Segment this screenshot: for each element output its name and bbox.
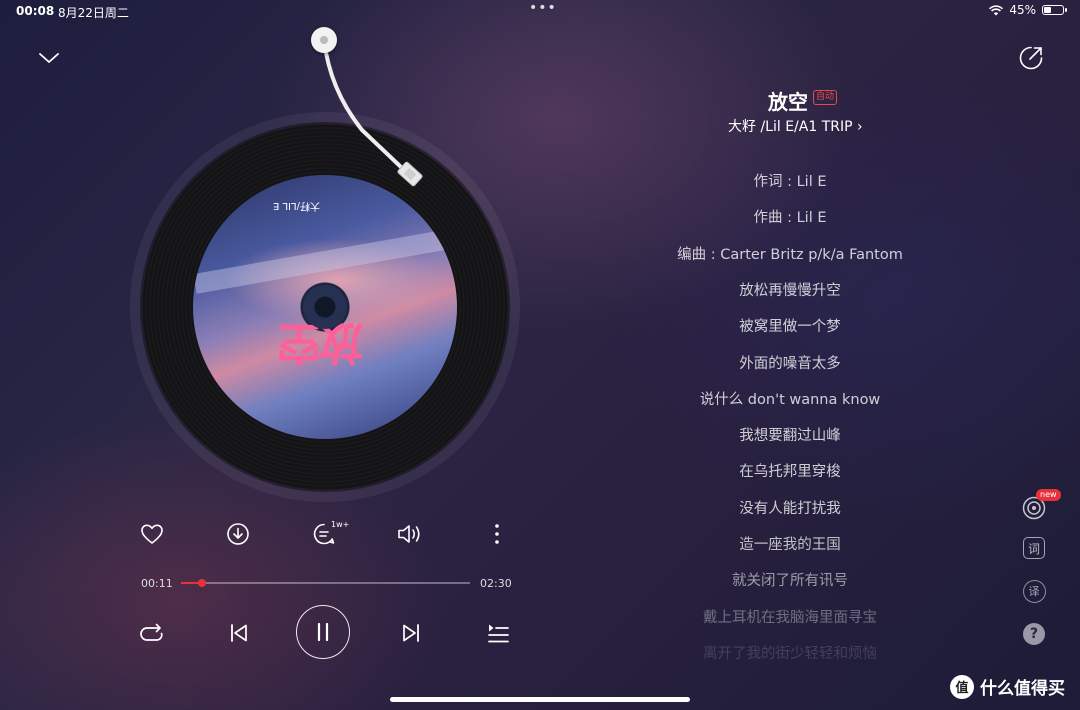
next-button[interactable]: [396, 618, 426, 648]
watermark-text: 什么值得买: [980, 679, 1065, 699]
play-pause-button[interactable]: [296, 605, 350, 659]
status-right: 45%: [989, 3, 1067, 17]
lyric-mode-button[interactable]: 词: [1018, 532, 1050, 564]
lyric-line[interactable]: 说什么 don't wanna know: [640, 388, 940, 409]
translate-label: 译: [1028, 585, 1040, 598]
lyric-line[interactable]: 离开了我的街少轻轻和烦恼: [640, 642, 940, 663]
lyric-line[interactable]: 作词 : Lil E: [640, 170, 940, 191]
lyric-line[interactable]: 造一座我的王国: [640, 533, 940, 554]
artist-text: 大籽 /Lil E/A1 TRIP: [728, 119, 853, 135]
battery-percent: 45%: [1009, 3, 1036, 17]
sound-effect-icon: [398, 525, 420, 543]
battery-fill: [1044, 7, 1051, 13]
chevron-right-icon: ›: [857, 119, 863, 135]
status-date: 8月22日周二: [58, 6, 129, 20]
action-row: 1w+: [130, 515, 510, 553]
download-button[interactable]: [216, 515, 260, 553]
wifi-icon: [989, 4, 1004, 15]
lyric-mode-label: 词: [1027, 541, 1040, 556]
more-button[interactable]: [475, 515, 519, 553]
lyric-mode-icon: 词: [1023, 537, 1045, 559]
comment-count: 1w+: [331, 520, 350, 529]
tonearm-pivot: [311, 27, 337, 53]
pause-icon: [317, 622, 329, 642]
repeat-button[interactable]: [136, 618, 168, 648]
total-time: 02:30: [480, 577, 512, 590]
chevron-down-icon: [39, 53, 59, 63]
lyric-line[interactable]: 没有人能打扰我: [640, 497, 940, 518]
help-label: ?: [1029, 626, 1039, 642]
previous-button[interactable]: [224, 618, 254, 648]
comment-button[interactable]: 1w+: [302, 515, 350, 553]
lyric-line[interactable]: 作曲 : Lil E: [640, 206, 940, 227]
home-indicator[interactable]: [390, 697, 690, 702]
quality-badge[interactable]: 自动: [813, 90, 838, 105]
lyric-line[interactable]: 在乌托邦里穿梭: [640, 460, 940, 481]
lyric-line[interactable]: 外面的噪音太多: [640, 352, 940, 373]
lyric-line[interactable]: 放松再慢慢升空: [640, 279, 940, 300]
like-button[interactable]: [130, 515, 174, 553]
lyric-line[interactable]: 被窝里做一个梦: [640, 315, 940, 336]
more-icon: [495, 524, 499, 544]
share-button[interactable]: [1016, 43, 1046, 73]
lyric-line[interactable]: 戴上耳机在我脑海里面寻宝: [640, 606, 940, 627]
next-icon: [403, 624, 419, 642]
sound-effect-button[interactable]: [388, 515, 432, 553]
lyric-line[interactable]: 编曲 : Carter Britz p/k/a Fantom: [640, 243, 940, 264]
cover-small-text: 大籽/LIL E: [273, 200, 320, 211]
download-icon: [227, 523, 249, 545]
progress-knob[interactable]: [198, 579, 207, 587]
translate-icon: 译: [1022, 579, 1046, 603]
transport-controls: [130, 604, 520, 664]
watermark: 值 什么值得买: [950, 674, 1065, 699]
heart-icon: [141, 524, 163, 544]
previous-icon: [231, 624, 247, 642]
watermark-logo: 值: [950, 674, 974, 699]
share-icon: [1019, 46, 1043, 70]
album-cover: 大籽/LIL E 放空: [193, 175, 457, 439]
collapse-button[interactable]: [34, 44, 64, 72]
help-icon: ?: [1023, 623, 1045, 645]
playlist-icon: [488, 624, 509, 643]
lyric-line[interactable]: 就关闭了所有讯号: [640, 569, 940, 590]
song-title: 放空: [768, 90, 808, 114]
repeat-icon: [140, 623, 163, 641]
cover-center-hole: [303, 285, 347, 329]
help-button[interactable]: ?: [1018, 618, 1050, 650]
artist-link[interactable]: 大籽 /Lil E/A1 TRIP ›: [728, 116, 863, 136]
battery-icon: [1042, 5, 1067, 15]
translate-button[interactable]: 译: [1018, 575, 1050, 607]
current-time: 00:11: [141, 577, 173, 590]
progress-bar[interactable]: [181, 579, 470, 587]
playlist-button[interactable]: [482, 618, 514, 648]
cover-band: [193, 228, 457, 294]
lyric-line[interactable]: 我想要翻过山峰: [640, 424, 940, 445]
status-time: 00:08: [16, 4, 55, 18]
multitasking-dots[interactable]: •••: [529, 0, 557, 16]
new-badge: new: [1036, 489, 1061, 501]
